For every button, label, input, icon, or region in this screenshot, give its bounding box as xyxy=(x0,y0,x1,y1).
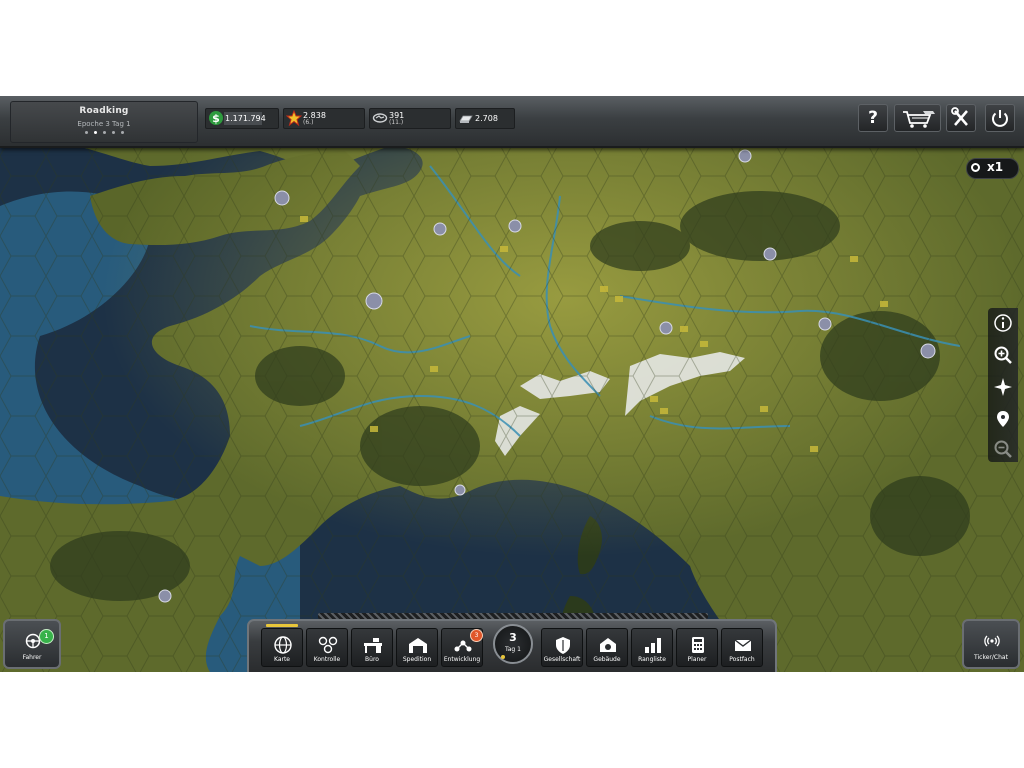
zoom-in-icon[interactable] xyxy=(992,344,1014,366)
bottom-nav: Karte Kontrolle Büro Spedition 3 Entwick… xyxy=(247,619,777,672)
page-dot[interactable] xyxy=(111,131,115,134)
driver-count-badge: 1 xyxy=(39,629,54,644)
city-prague xyxy=(763,247,777,261)
nav-label: Entwicklung xyxy=(443,656,481,663)
shield-icon xyxy=(556,637,570,654)
reputation-stat[interactable]: 391 (11.) xyxy=(369,108,451,129)
settings-button[interactable] xyxy=(946,104,976,132)
page-dot-active[interactable] xyxy=(93,131,97,134)
calculator-icon xyxy=(692,637,704,653)
mail-icon xyxy=(734,639,752,651)
city-frankfurt xyxy=(508,219,522,233)
nav-label: Kontrolle xyxy=(313,656,341,663)
handshake-icon xyxy=(372,113,388,123)
nav-kontrolle[interactable]: Kontrolle xyxy=(306,628,348,667)
nav-label: Gebäude xyxy=(593,656,621,663)
shop-cart-icon xyxy=(903,111,935,128)
speed-toggle[interactable]: x1 xyxy=(966,158,1019,179)
epoch-day: Epoche 3 Tag 1 xyxy=(77,120,131,128)
ticker-chat-button[interactable]: Ticker/Chat xyxy=(962,619,1020,669)
day-number: 3 xyxy=(509,631,517,644)
city-hamburg xyxy=(738,149,752,163)
top-bar: Roadking Epoche 3 Tag 1 $ 1.171.794 2.83 xyxy=(0,96,1024,148)
points-rank: (6.) xyxy=(303,119,314,126)
nav-gebaeude[interactable]: Gebäude xyxy=(586,628,628,667)
nav-postfach[interactable]: Postfach xyxy=(721,628,763,667)
depot-icon xyxy=(409,638,427,653)
building-icon xyxy=(600,638,616,652)
speed-label: x1 xyxy=(987,160,1004,174)
logout-button[interactable] xyxy=(985,104,1015,132)
dollar-icon: $ xyxy=(209,111,223,125)
silver-stat[interactable]: 2.708 xyxy=(455,108,515,129)
city-london xyxy=(274,190,290,206)
day-label: Tag 1 xyxy=(505,646,521,653)
nav-entwicklung[interactable]: 3 Entwicklung xyxy=(441,628,483,667)
toggle-knob-icon xyxy=(971,163,980,172)
nav-planer[interactable]: Planer xyxy=(676,628,718,667)
nav-label: Planer xyxy=(687,656,707,663)
power-icon xyxy=(992,110,1008,127)
nav-label: Rangliste xyxy=(638,656,666,663)
europe-map[interactable] xyxy=(0,96,1024,672)
silver-value: 2.708 xyxy=(475,114,498,123)
page-dot[interactable] xyxy=(84,131,88,134)
city-munich xyxy=(659,321,673,335)
money-stat[interactable]: $ 1.171.794 xyxy=(205,108,279,129)
nav-spedition[interactable]: Spedition xyxy=(396,628,438,667)
ranking-icon xyxy=(645,638,661,653)
points-stat[interactable]: 2.838 (6.) xyxy=(283,108,365,129)
city-budapest xyxy=(920,343,936,359)
city-vienna xyxy=(818,317,832,331)
day-dial[interactable]: 3 Tag 1 xyxy=(493,624,533,664)
nav-label: Spedition xyxy=(402,656,432,663)
city-amsterdam xyxy=(433,222,447,236)
hex-grid xyxy=(0,96,1024,672)
driver-button[interactable]: 1 Fahrer xyxy=(3,619,61,669)
star-icon xyxy=(286,110,302,126)
help-icon: ? xyxy=(868,108,878,128)
page-dot[interactable] xyxy=(102,131,106,134)
nav-buero[interactable]: Büro xyxy=(351,628,393,667)
player-name: Roadking xyxy=(79,106,129,116)
day-progress xyxy=(501,655,505,659)
compass-icon[interactable] xyxy=(992,376,1014,398)
location-pin-icon[interactable] xyxy=(992,408,1014,430)
info-icon[interactable] xyxy=(992,312,1014,334)
page-dots[interactable] xyxy=(11,131,197,134)
shop-button[interactable] xyxy=(894,104,941,132)
city-paris xyxy=(365,292,383,310)
game-viewport: Roadking Epoche 3 Tag 1 $ 1.171.794 2.83 xyxy=(0,96,1024,672)
nav-label: Karte xyxy=(273,656,291,663)
ticker-label: Ticker/Chat xyxy=(974,654,1008,661)
map-tools xyxy=(988,308,1018,462)
zoom-out-icon[interactable] xyxy=(992,438,1014,460)
svg-text:$: $ xyxy=(212,112,220,125)
nav-rangliste[interactable]: Rangliste xyxy=(631,628,673,667)
silver-bar-icon xyxy=(459,115,473,123)
reputation-rank: (11.) xyxy=(389,119,404,126)
nav-label: Büro xyxy=(365,656,379,663)
help-button[interactable]: ? xyxy=(858,104,888,132)
player-panel[interactable]: Roadking Epoche 3 Tag 1 xyxy=(10,101,198,143)
money-value: 1.171.794 xyxy=(225,114,266,123)
broadcast-icon xyxy=(984,635,1000,647)
city-madrid xyxy=(158,589,172,603)
nav-gesellschaft[interactable]: Gesellschaft xyxy=(541,628,583,667)
page-dot[interactable] xyxy=(120,131,124,134)
city-marseille xyxy=(454,484,466,496)
globe-icon xyxy=(274,636,292,654)
development-badge: 3 xyxy=(470,629,483,642)
tools-icon xyxy=(951,107,968,126)
desk-icon xyxy=(364,638,382,653)
driver-label: Fahrer xyxy=(22,654,42,661)
nav-label: Postfach xyxy=(729,656,755,663)
nav-karte[interactable]: Karte xyxy=(261,624,303,667)
network-icon xyxy=(318,636,338,654)
nav-label: Gesellschaft xyxy=(543,656,581,663)
